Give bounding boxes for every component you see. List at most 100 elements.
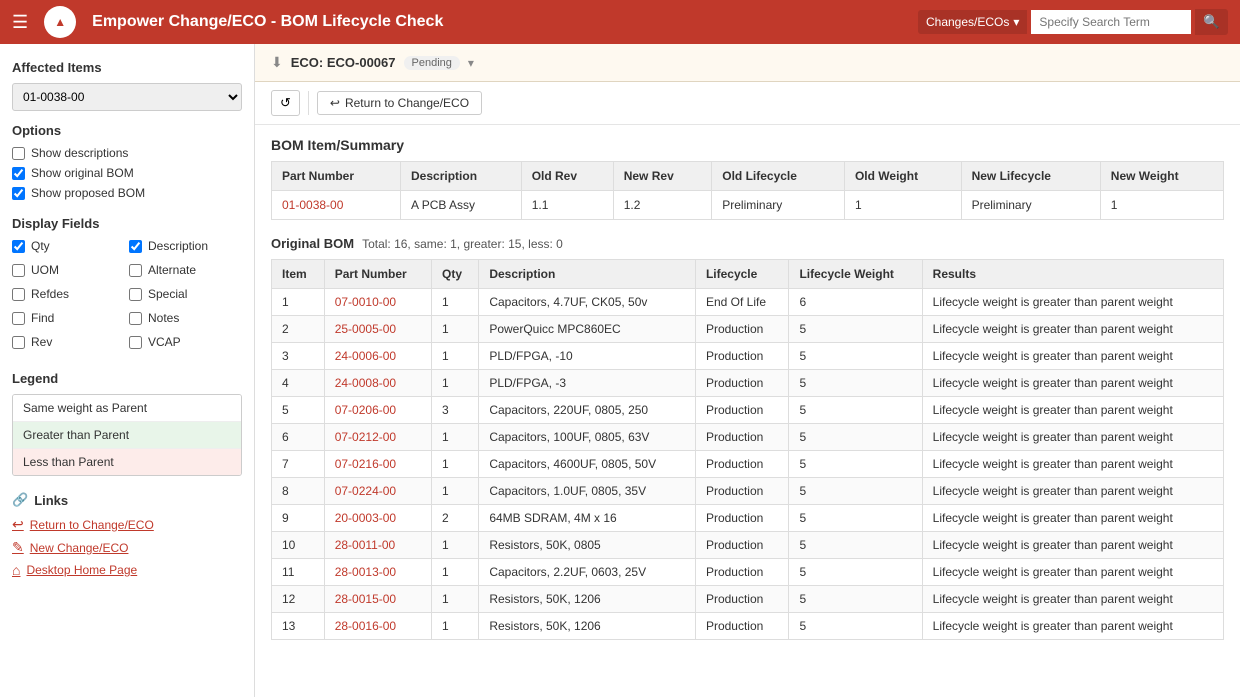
refdes-label: Refdes bbox=[31, 287, 69, 301]
search-area: Changes/ECOs ▾ 🔍 bbox=[918, 9, 1228, 35]
bom-qty: 1 bbox=[432, 478, 479, 505]
bom-result: Lifecycle weight is greater than parent … bbox=[922, 289, 1223, 316]
bom-part-number[interactable]: 07-0206-00 bbox=[324, 397, 431, 424]
qty-label: Qty bbox=[31, 239, 50, 253]
bom-table-row: 8 07-0224-00 1 Capacitors, 1.0UF, 0805, … bbox=[272, 478, 1224, 505]
uom-checkbox[interactable] bbox=[12, 264, 25, 277]
qty-checkbox[interactable] bbox=[12, 240, 25, 253]
rev-checkbox[interactable] bbox=[12, 336, 25, 349]
bom-table-row: 13 28-0016-00 1 Resistors, 50K, 1206 Pro… bbox=[272, 613, 1224, 640]
find-label: Find bbox=[31, 311, 54, 325]
hamburger-button[interactable]: ☰ bbox=[12, 12, 28, 33]
special-checkbox[interactable] bbox=[129, 288, 142, 301]
link-return-to-change[interactable]: ↩ Return to Change/ECO bbox=[12, 516, 242, 533]
description-checkbox[interactable] bbox=[129, 240, 142, 253]
bom-part-number[interactable]: 28-0015-00 bbox=[324, 586, 431, 613]
notes-field-row: Notes bbox=[129, 311, 242, 325]
chevron-down-icon: ▾ bbox=[1013, 15, 1019, 29]
vcap-checkbox[interactable] bbox=[129, 336, 142, 349]
show-descriptions-checkbox[interactable] bbox=[12, 147, 25, 160]
uom-label: UOM bbox=[31, 263, 59, 277]
bom-description: Resistors, 50K, 0805 bbox=[479, 532, 696, 559]
summary-table-row: 01-0038-00 A PCB Assy 1.1 1.2 Preliminar… bbox=[272, 191, 1224, 220]
bom-part-number[interactable]: 07-0010-00 bbox=[324, 289, 431, 316]
bom-part-number[interactable]: 28-0016-00 bbox=[324, 613, 431, 640]
bom-item: 11 bbox=[272, 559, 325, 586]
uom-field-row: UOM bbox=[12, 263, 125, 277]
search-input[interactable] bbox=[1031, 10, 1191, 34]
bom-col-item: Item bbox=[272, 260, 325, 289]
bom-table-row: 11 28-0013-00 1 Capacitors, 2.2UF, 0603,… bbox=[272, 559, 1224, 586]
bom-qty: 1 bbox=[432, 289, 479, 316]
rev-field-row: Rev bbox=[12, 335, 125, 349]
bom-part-number[interactable]: 28-0013-00 bbox=[324, 559, 431, 586]
bom-description: Resistors, 50K, 1206 bbox=[479, 586, 696, 613]
link-desktop-home-label: Desktop Home Page bbox=[26, 563, 137, 577]
bom-item: 4 bbox=[272, 370, 325, 397]
bom-part-number[interactable]: 07-0224-00 bbox=[324, 478, 431, 505]
link-new-change-label: New Change/ECO bbox=[30, 541, 129, 555]
return-icon: ↩ bbox=[12, 516, 24, 533]
bom-lifecycle-weight: 5 bbox=[789, 370, 922, 397]
summary-old-rev: 1.1 bbox=[521, 191, 613, 220]
links-section: 🔗 Links ↩ Return to Change/ECO ✎ New Cha… bbox=[12, 492, 242, 578]
refdes-checkbox[interactable] bbox=[12, 288, 25, 301]
bom-table-row: 9 20-0003-00 2 64MB SDRAM, 4M x 16 Produ… bbox=[272, 505, 1224, 532]
bom-result: Lifecycle weight is greater than parent … bbox=[922, 451, 1223, 478]
bom-lifecycle: Production bbox=[695, 424, 789, 451]
show-original-bom-checkbox[interactable] bbox=[12, 167, 25, 180]
bom-description: PLD/FPGA, -10 bbox=[479, 343, 696, 370]
bom-part-number[interactable]: 24-0006-00 bbox=[324, 343, 431, 370]
bom-description: Resistors, 50K, 1206 bbox=[479, 613, 696, 640]
bom-result: Lifecycle weight is greater than parent … bbox=[922, 613, 1223, 640]
col-description: Description bbox=[401, 162, 522, 191]
bom-qty: 3 bbox=[432, 397, 479, 424]
find-checkbox[interactable] bbox=[12, 312, 25, 325]
bom-lifecycle-weight: 5 bbox=[789, 532, 922, 559]
bom-qty: 1 bbox=[432, 559, 479, 586]
bom-result: Lifecycle weight is greater than parent … bbox=[922, 505, 1223, 532]
bom-lifecycle: End Of Life bbox=[695, 289, 789, 316]
link-desktop-home[interactable]: ⌂ Desktop Home Page bbox=[12, 562, 242, 578]
bom-part-number[interactable]: 07-0216-00 bbox=[324, 451, 431, 478]
special-label: Special bbox=[148, 287, 187, 301]
bom-part-number[interactable]: 07-0212-00 bbox=[324, 424, 431, 451]
refresh-button[interactable]: ↺ bbox=[271, 90, 300, 116]
bom-part-number[interactable]: 24-0008-00 bbox=[324, 370, 431, 397]
search-category-dropdown[interactable]: Changes/ECOs ▾ bbox=[918, 10, 1027, 34]
bom-description: 64MB SDRAM, 4M x 16 bbox=[479, 505, 696, 532]
links-title: 🔗 Links bbox=[12, 492, 242, 508]
bom-lifecycle: Production bbox=[695, 613, 789, 640]
col-new-lifecycle: New Lifecycle bbox=[961, 162, 1100, 191]
bom-item: 1 bbox=[272, 289, 325, 316]
affected-items-select[interactable]: 01-0038-00 bbox=[12, 83, 242, 111]
notes-checkbox[interactable] bbox=[129, 312, 142, 325]
link-new-change[interactable]: ✎ New Change/ECO bbox=[12, 539, 242, 556]
col-new-weight: New Weight bbox=[1100, 162, 1223, 191]
bom-description: Capacitors, 2.2UF, 0603, 25V bbox=[479, 559, 696, 586]
bom-lifecycle: Production bbox=[695, 559, 789, 586]
bom-qty: 1 bbox=[432, 451, 479, 478]
bom-part-number[interactable]: 20-0003-00 bbox=[324, 505, 431, 532]
bom-lifecycle: Production bbox=[695, 343, 789, 370]
eco-chevron-icon[interactable]: ▾ bbox=[468, 56, 474, 70]
bom-qty: 1 bbox=[432, 343, 479, 370]
search-button[interactable]: 🔍 bbox=[1195, 9, 1228, 35]
action-bar: ↺ ↩ Return to Change/ECO bbox=[255, 82, 1240, 125]
bom-table-row: 7 07-0216-00 1 Capacitors, 4600UF, 0805,… bbox=[272, 451, 1224, 478]
options-section: Options Show descriptions Show original … bbox=[12, 123, 242, 200]
bom-part-number[interactable]: 28-0011-00 bbox=[324, 532, 431, 559]
display-fields-section: Display Fields Qty Description UOM Alter… bbox=[12, 216, 242, 355]
bom-part-number[interactable]: 25-0005-00 bbox=[324, 316, 431, 343]
refdes-field-row: Refdes bbox=[12, 287, 125, 301]
return-button-icon: ↩ bbox=[330, 96, 340, 110]
show-proposed-bom-checkbox[interactable] bbox=[12, 187, 25, 200]
options-title: Options bbox=[12, 123, 242, 138]
bom-item: 6 bbox=[272, 424, 325, 451]
bom-lifecycle-weight: 5 bbox=[789, 316, 922, 343]
legend-box: Same weight as Parent Greater than Paren… bbox=[12, 394, 242, 476]
alternate-checkbox[interactable] bbox=[129, 264, 142, 277]
return-to-change-button[interactable]: ↩ Return to Change/ECO bbox=[317, 91, 482, 115]
bom-qty: 1 bbox=[432, 532, 479, 559]
vcap-label: VCAP bbox=[148, 335, 181, 349]
